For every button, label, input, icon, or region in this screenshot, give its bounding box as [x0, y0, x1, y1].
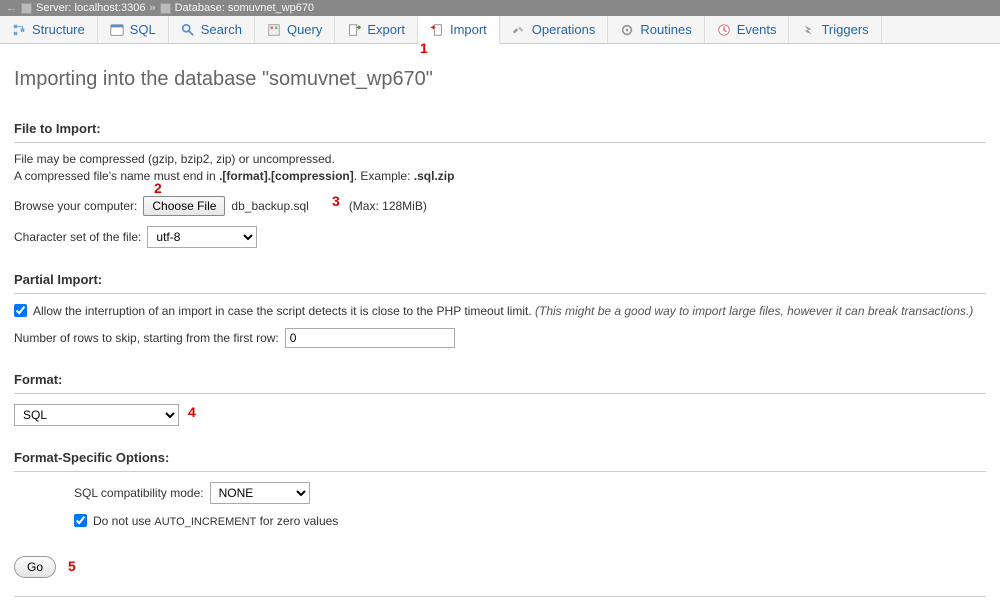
tab-label: Triggers [821, 22, 868, 37]
tab-query[interactable]: Query [255, 16, 335, 43]
tab-search[interactable]: Search [169, 16, 255, 43]
skip-rows-label: Number of rows to skip, starting from th… [14, 331, 279, 345]
section-file-title: File to Import: [14, 121, 986, 136]
tab-label: Import [450, 22, 487, 37]
autoinc-label: Do not use AUTO_INCREMENT for zero value… [93, 514, 338, 528]
tab-structure[interactable]: Structure [0, 16, 98, 43]
query-icon [267, 23, 281, 37]
autoinc-checkbox[interactable] [74, 514, 87, 527]
compat-mode-label: SQL compatibility mode: [74, 486, 204, 500]
tab-export[interactable]: Export [335, 16, 418, 43]
tab-import[interactable]: Import [418, 16, 500, 44]
max-filesize: (Max: 128MiB) [349, 199, 427, 213]
go-button[interactable]: Go [14, 556, 56, 578]
tab-label: Search [201, 22, 242, 37]
breadcrumb-database[interactable]: Database: somuvnet_wp670 [175, 2, 314, 14]
tab-label: Query [287, 22, 322, 37]
charset-select[interactable]: utf-8 [147, 226, 257, 248]
tab-label: Structure [32, 22, 85, 37]
server-icon [21, 3, 32, 14]
section-format-options-title: Format-Specific Options: [14, 450, 986, 465]
breadcrumb-server[interactable]: Server: localhost:3306 [36, 2, 145, 14]
section-partial-title: Partial Import: [14, 272, 986, 287]
tab-operations[interactable]: Operations [500, 16, 609, 43]
choose-file-button[interactable]: Choose File [143, 196, 225, 216]
events-icon [717, 23, 731, 37]
tab-label: Operations [532, 22, 596, 37]
sql-icon [110, 23, 124, 37]
export-icon [347, 23, 361, 37]
search-icon [181, 23, 195, 37]
triggers-icon [801, 23, 815, 37]
file-help-1: File may be compressed (gzip, bzip2, zip… [14, 151, 986, 168]
tab-label: SQL [130, 22, 156, 37]
tab-label: Routines [640, 22, 691, 37]
tab-label: Events [737, 22, 777, 37]
skip-rows-input[interactable] [285, 328, 455, 348]
page-title: Importing into the database "somuvnet_wp… [14, 68, 986, 91]
tab-events[interactable]: Events [705, 16, 790, 43]
structure-icon [12, 23, 26, 37]
tab-triggers[interactable]: Triggers [789, 16, 881, 43]
file-help-2: A compressed file's name must end in .[f… [14, 168, 986, 185]
main-content: Importing into the database "somuvnet_wp… [0, 44, 1000, 615]
divider [14, 471, 986, 472]
annotation-4: 4 [188, 404, 196, 420]
divider [14, 142, 986, 143]
divider [14, 596, 986, 597]
section-format-title: Format: [14, 372, 986, 387]
charset-label: Character set of the file: [14, 230, 141, 244]
import-icon [430, 23, 444, 37]
operations-icon [512, 23, 526, 37]
annotation-5: 5 [68, 558, 76, 574]
main-tabs: Structure SQL Search Query Export Import… [0, 16, 1000, 44]
database-icon [160, 3, 171, 14]
routines-icon [620, 23, 634, 37]
divider [14, 293, 986, 294]
allow-interrupt-checkbox[interactable] [14, 304, 27, 317]
breadcrumb-sep: » [149, 2, 155, 14]
tab-routines[interactable]: Routines [608, 16, 704, 43]
back-arrow-icon[interactable]: ← [6, 2, 17, 14]
chosen-filename: db_backup.sql [231, 199, 308, 213]
allow-interrupt-label: Allow the interruption of an import in c… [33, 304, 973, 318]
breadcrumb: ← Server: localhost:3306 » Database: som… [0, 0, 1000, 16]
annotation-3: 3 [332, 193, 340, 209]
format-select[interactable]: SQL [14, 404, 179, 426]
compat-mode-select[interactable]: NONE [210, 482, 310, 504]
tab-label: Export [367, 22, 405, 37]
divider [14, 393, 986, 394]
browse-label: Browse your computer: [14, 199, 137, 213]
tab-sql[interactable]: SQL [98, 16, 169, 43]
